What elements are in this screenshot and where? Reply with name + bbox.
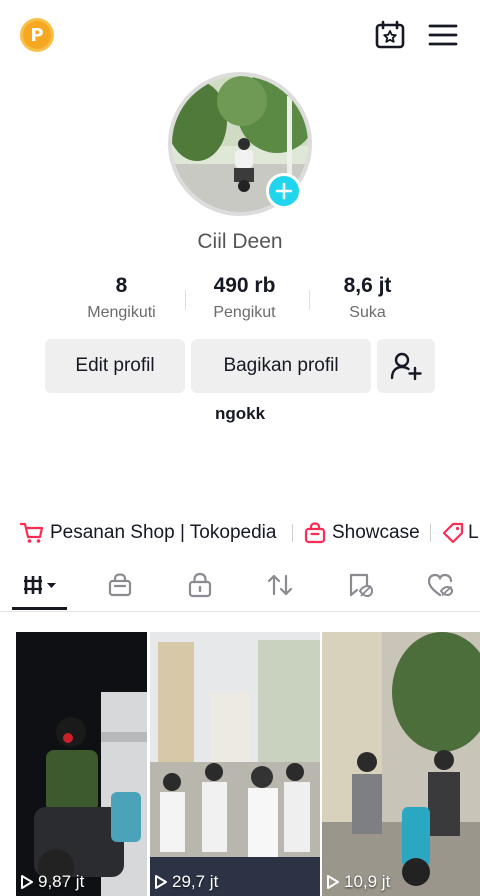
video-thumbnail[interactable]: 29,7 jt: [150, 632, 320, 896]
view-count: 29,7 jt: [154, 872, 218, 892]
play-icon: [155, 875, 167, 889]
video-thumbnail-image: [150, 632, 320, 896]
view-count-text: 10,9 jt: [344, 872, 391, 891]
top-bar: P: [0, 0, 480, 70]
coin-letter: P: [30, 24, 44, 46]
profile-actions: Edit profil Bagikan profil: [45, 339, 435, 393]
shopping-cart-icon: [20, 522, 44, 543]
stat-divider: [309, 290, 310, 310]
video-thumbnail-image: [16, 632, 147, 896]
play-icon: [327, 875, 339, 889]
tab-videos[interactable]: [8, 560, 72, 610]
showcase-bag-icon: [304, 522, 326, 544]
add-user-icon: [390, 352, 422, 381]
videos-grid-icon: [24, 576, 56, 594]
view-count: 10,9 jt: [326, 872, 390, 892]
shop-orders-label: Pesanan Shop | Tokopedia: [50, 522, 277, 543]
shop-orders-link[interactable]: Pesanan Shop | Tokopedia: [20, 516, 276, 550]
stat-likes-label: Suka: [349, 304, 386, 321]
stat-following-value: 8: [115, 274, 128, 297]
stat-likes-value: 8,6 jt: [343, 274, 392, 297]
stat-following[interactable]: 8 Mengikuti: [60, 272, 183, 332]
shop-links-bar: Pesanan Shop | Tokopedia Showcase L: [0, 516, 480, 550]
tag-icon: [442, 522, 464, 544]
shop-bag-icon: [108, 573, 132, 597]
plus-icon: [275, 182, 293, 200]
stat-divider: [185, 290, 186, 310]
tab-shop[interactable]: [88, 560, 152, 610]
showcase-label: Showcase: [332, 522, 420, 543]
stat-following-label: Mengikuti: [87, 304, 156, 321]
add-story-button[interactable]: [266, 173, 302, 209]
shop-link-more[interactable]: L: [442, 516, 479, 550]
profile-bio: ngokk: [214, 404, 266, 423]
calendar-star-icon[interactable]: [374, 20, 406, 50]
favorites-icon: [349, 573, 374, 598]
stat-followers-label: Pengikut: [213, 304, 276, 321]
add-friend-button[interactable]: [377, 339, 435, 393]
video-thumbnail[interactable]: 9,87 jt: [16, 632, 147, 896]
video-thumbnail-image: [322, 632, 480, 896]
video-thumbnail[interactable]: 10,9 jt: [322, 632, 480, 896]
shop-link-more-label: L: [468, 522, 479, 543]
tab-favorites[interactable]: [328, 560, 392, 610]
repost-icon: [267, 574, 293, 596]
view-count-text: 9,87 jt: [38, 872, 85, 891]
play-icon: [21, 875, 33, 889]
content-tabs: [0, 560, 480, 612]
coin-icon[interactable]: P: [20, 18, 54, 52]
profile-name: Ciil Deen: [197, 230, 283, 253]
video-grid: 9,87 jt 29,7 jt 10,9 jt: [0, 632, 480, 896]
hamburger-menu-icon[interactable]: [428, 22, 458, 48]
active-tab-indicator: [12, 607, 67, 610]
tab-reposts[interactable]: [248, 560, 312, 610]
tab-private[interactable]: [168, 560, 232, 610]
tab-liked[interactable]: [408, 560, 472, 610]
stat-followers[interactable]: 490 rb Pengikut: [183, 272, 306, 332]
liked-icon: [427, 573, 454, 597]
stat-likes[interactable]: 8,6 jt Suka: [306, 272, 429, 332]
view-count: 9,87 jt: [20, 872, 84, 892]
stats-row: 8 Mengikuti 490 rb Pengikut 8,6 jt Suka: [60, 272, 430, 332]
showcase-link[interactable]: Showcase: [304, 516, 420, 550]
shop-separator: [430, 524, 431, 542]
stat-followers-value: 490 rb: [213, 274, 276, 297]
shop-separator: [292, 524, 293, 542]
edit-profile-button[interactable]: Edit profil: [45, 339, 185, 393]
share-profile-button[interactable]: Bagikan profil: [191, 339, 371, 393]
private-lock-icon: [188, 572, 212, 598]
view-count-text: 29,7 jt: [172, 872, 219, 891]
